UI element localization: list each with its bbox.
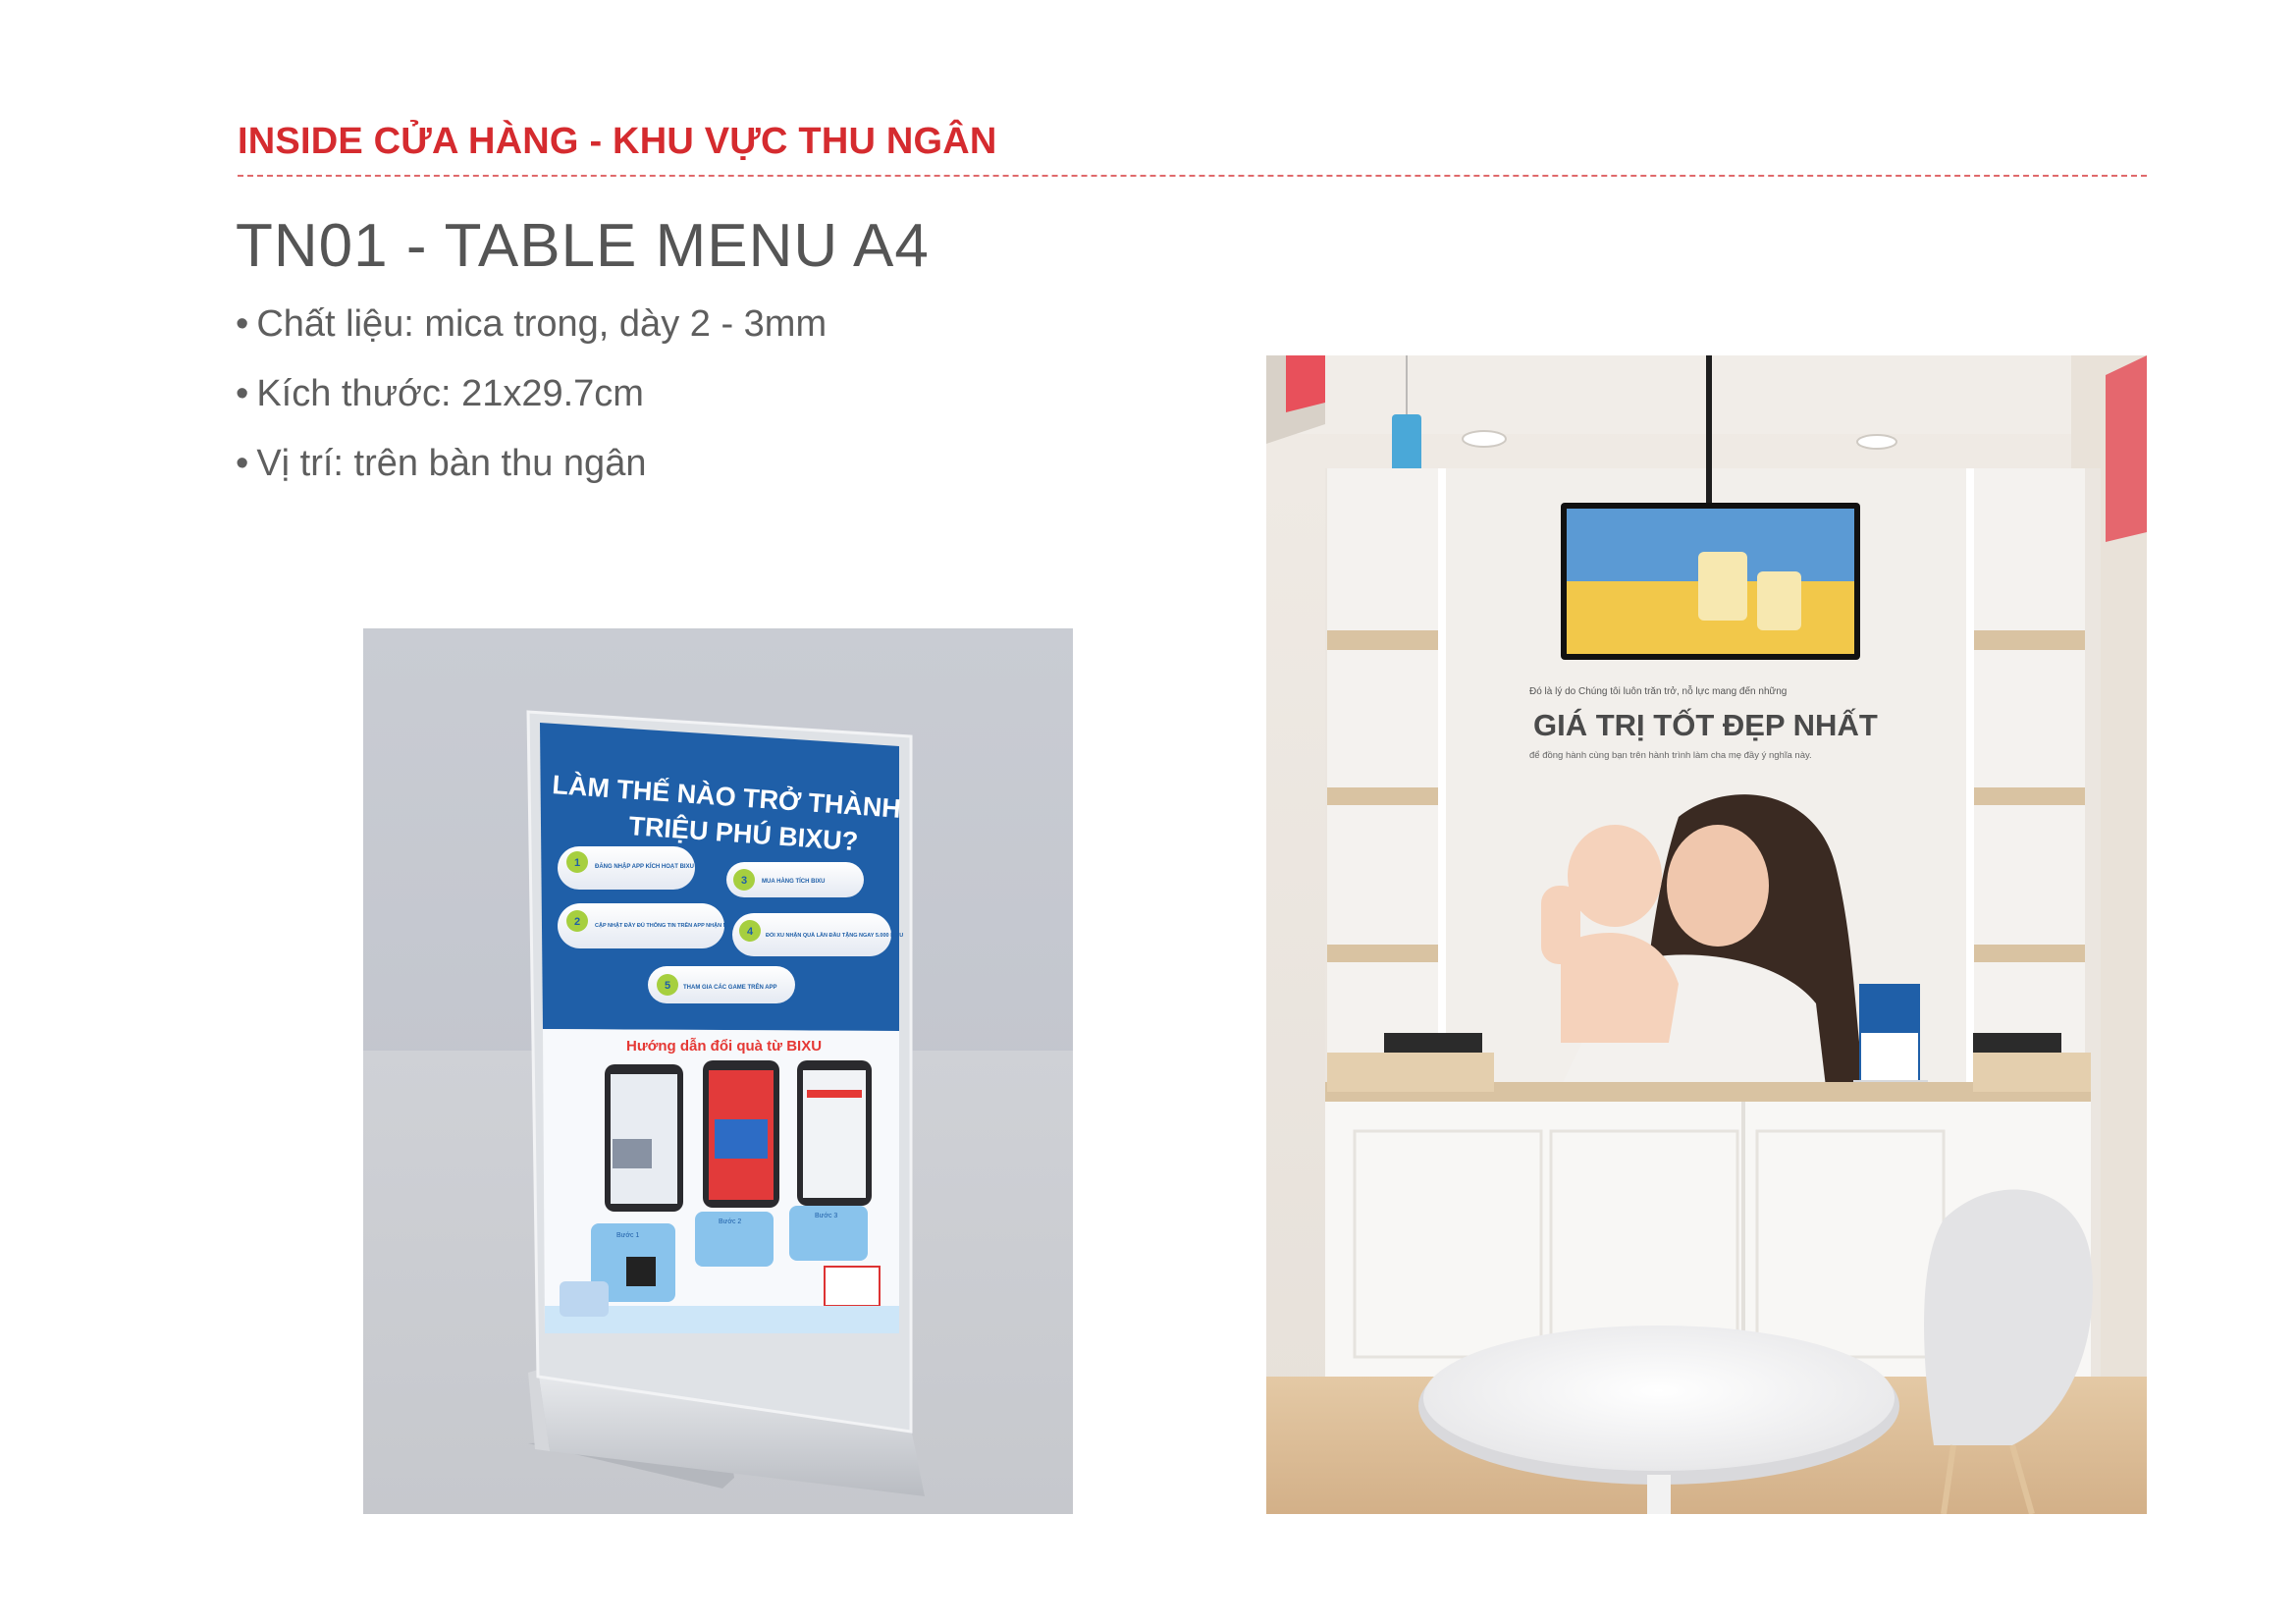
svg-text:ĐỔI XU NHẬN QUÀ LẦN ĐẦU TẶNG N: ĐỔI XU NHẬN QUÀ LẦN ĐẦU TẶNG NGAY 5.000 … [766, 932, 903, 939]
cashier-area-image: Đó là lý do Chúng tôi luôn trăn trở, nỗ … [1266, 355, 2147, 1514]
step-5: 5 THAM GIA CÁC GAME TRÊN APP [648, 966, 795, 1003]
svg-text:Bước 2: Bước 2 [719, 1218, 741, 1225]
wall-text-line-1: Đó là lý do Chúng tôi luôn trăn trở, nỗ … [1529, 684, 1787, 697]
step-1: 1 ĐĂNG NHẬP APP KÍCH HOẠT BIXU [558, 846, 695, 890]
svg-text:MUA HÀNG TÍCH BIXU: MUA HÀNG TÍCH BIXU [762, 877, 825, 885]
table-menu-mockup-svg: LÀM THẾ NÀO TRỞ THÀNH TRIỆU PHÚ BIXU? 1 … [363, 710, 1073, 1514]
wall-text-line-2: để đồng hành cùng bạn trên hành trình là… [1529, 750, 1812, 761]
red-sign [1286, 355, 1325, 412]
section-divider [238, 175, 2147, 177]
phone-3 [797, 1060, 872, 1206]
spec-material: • Chất liệu: mica trong, dày 2 - 3mm [236, 303, 828, 345]
svg-text:1: 1 [574, 857, 580, 869]
section-title: INSIDE CỬA HÀNG - KHU VỰC THU NGÂN [238, 121, 997, 162]
tv-screen [1561, 503, 1860, 660]
poster-guide-title: Hướng dẫn đổi quà từ BIXU [626, 1038, 822, 1055]
svg-text:THAM GIA CÁC GAME TRÊN APP: THAM GIA CÁC GAME TRÊN APP [683, 983, 777, 991]
wall-headline: GIÁ TRỊ TỐT ĐẸP NHẤT [1533, 707, 1878, 742]
svg-text:Bước 1: Bước 1 [616, 1232, 639, 1239]
spec-list: • Chất liệu: mica trong, dày 2 - 3mm • Kíc… [236, 295, 827, 504]
item-title: TN01 - TABLE MENU A4 [236, 212, 930, 280]
step-4: 4 ĐỔI XU NHẬN QUÀ LẦN ĐẦU TẶNG NGAY 5.00… [732, 913, 903, 956]
spec-size: • Kích thước: 21x29.7cm [236, 373, 644, 414]
svg-text:Bước 3: Bước 3 [815, 1213, 837, 1219]
svg-text:5: 5 [665, 980, 670, 992]
table-menu-mockup-image: LÀM THẾ NÀO TRỞ THÀNH TRIỆU PHÚ BIXU? 1 … [363, 628, 1073, 1514]
phone-2 [703, 1060, 779, 1208]
svg-text:4: 4 [747, 926, 754, 938]
mother-baby-photo [1541, 794, 1865, 1087]
svg-text:3: 3 [741, 875, 747, 887]
ceiling-light [1856, 434, 1897, 450]
svg-text:ĐĂNG NHẬP APP KÍCH HOẠT BIXU: ĐĂNG NHẬP APP KÍCH HOẠT BIXU [595, 862, 694, 870]
step-3: 3 MUA HÀNG TÍCH BIXU [726, 862, 864, 897]
svg-text:2: 2 [574, 916, 580, 928]
counter-table-menu [1853, 984, 1928, 1092]
phone-1 [605, 1064, 683, 1212]
spec-position: • Vị trí: trên bàn thu ngân [236, 443, 647, 484]
ceiling-light [1462, 430, 1507, 448]
tv-mount [1706, 355, 1712, 503]
cashier-area-svg: Đó là lý do Chúng tôi luôn trăn trở, nỗ … [1266, 355, 2147, 1514]
